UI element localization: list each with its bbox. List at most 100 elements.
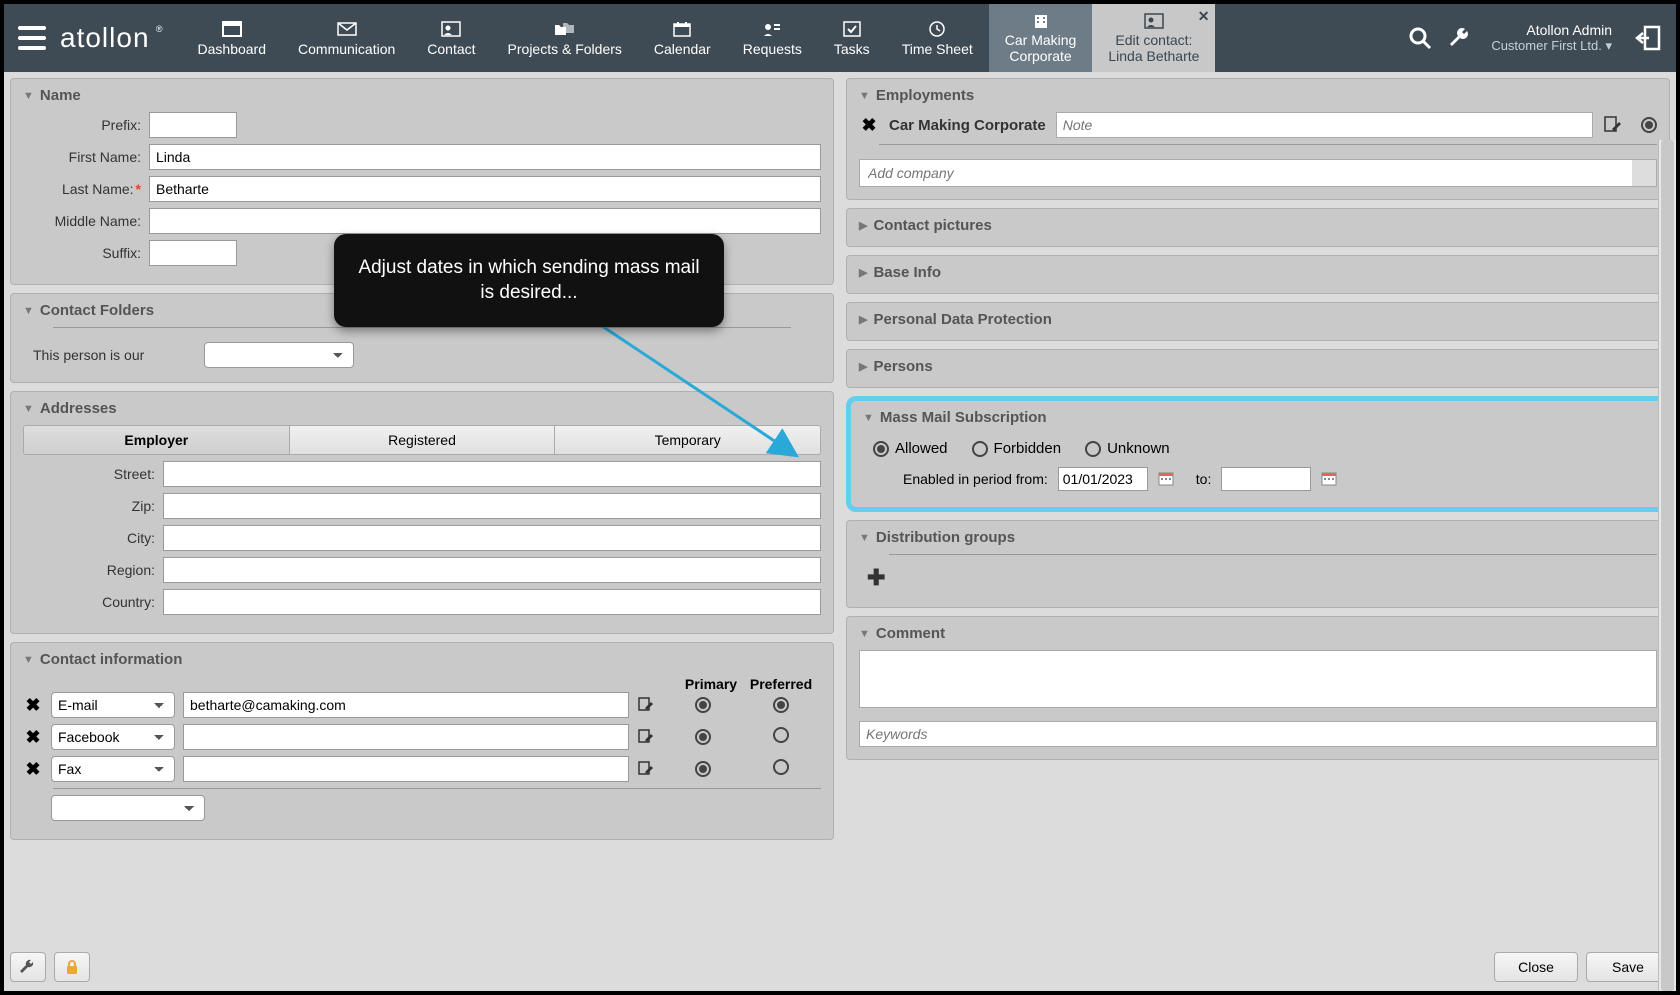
label-city: City: [23, 530, 163, 546]
delete-employment-icon[interactable]: ✖ [859, 115, 879, 136]
panel-title: Base Info [873, 264, 941, 281]
brand-logo[interactable]: atollon® [60, 22, 164, 55]
nav-label: Projects & Folders [508, 41, 622, 57]
input-country[interactable] [163, 589, 821, 615]
edit-row-icon[interactable] [637, 728, 665, 746]
panel-header-mass-mail[interactable]: ▼Mass Mail Subscription [863, 409, 1653, 426]
collapse-icon: ▼ [23, 403, 34, 415]
nav-dashboard[interactable]: Dashboard [182, 4, 283, 72]
settings-wrench-icon[interactable] [1445, 23, 1475, 53]
panel-contact-pictures: ▶Contact pictures [846, 208, 1670, 247]
add-distribution-group-button[interactable]: ✚ [859, 561, 1657, 595]
nav-projects[interactable]: Projects & Folders [492, 4, 638, 72]
input-first-name[interactable] [149, 144, 821, 170]
input-city[interactable] [163, 525, 821, 551]
input-zip[interactable] [163, 493, 821, 519]
select-contact-type[interactable]: Facebook [51, 724, 175, 750]
panel-header-base-info[interactable]: ▶Base Info [859, 264, 1657, 281]
footer-bar: Close Save [10, 949, 1670, 985]
input-street[interactable] [163, 461, 821, 487]
radio-allowed[interactable]: Allowed [873, 440, 948, 457]
logout-icon[interactable] [1628, 18, 1668, 58]
panel-header-employments[interactable]: ▼ Employments [859, 87, 1657, 104]
delete-row-icon[interactable]: ✖ [23, 727, 43, 748]
nav-tasks[interactable]: Tasks [818, 4, 886, 72]
input-add-company[interactable] [859, 159, 1657, 187]
nav-requests[interactable]: Requests [727, 4, 818, 72]
panel-title: Name [40, 87, 81, 104]
collapse-icon: ▼ [859, 90, 870, 102]
calendar-picker-icon[interactable] [1158, 470, 1176, 488]
lock-button[interactable] [54, 952, 90, 982]
input-prefix[interactable] [149, 112, 237, 138]
panel-header-addresses[interactable]: ▼Addresses [23, 400, 821, 417]
tasks-icon [841, 20, 863, 38]
edit-row-icon[interactable] [637, 760, 665, 778]
input-keywords[interactable] [859, 721, 1657, 747]
radio-forbidden[interactable]: Forbidden [972, 440, 1062, 457]
contact-row: ✖ Facebook [23, 724, 821, 750]
edit-employment-icon[interactable] [1603, 115, 1631, 135]
input-date-from[interactable] [1058, 467, 1148, 491]
panel-title: Contact Folders [40, 302, 154, 319]
close-button[interactable]: Close [1494, 952, 1578, 982]
nav-timesheet[interactable]: Time Sheet [886, 4, 989, 72]
panel-distribution-groups: ▼Distribution groups ✚ [846, 520, 1670, 608]
radio-preferred[interactable] [773, 727, 789, 743]
nav-label: Calendar [654, 41, 711, 57]
input-middle-name[interactable] [149, 208, 821, 234]
radio-primary[interactable] [695, 729, 711, 745]
select-person-type[interactable] [204, 342, 354, 368]
select-add-contact-type[interactable] [51, 795, 205, 821]
nav-calendar[interactable]: Calendar [638, 4, 727, 72]
contact-card-icon [440, 20, 462, 38]
tab-registered[interactable]: Registered [290, 426, 556, 454]
nav-contact[interactable]: Contact [411, 4, 491, 72]
tab-temporary[interactable]: Temporary [555, 426, 820, 454]
select-contact-type[interactable]: E-mail [51, 692, 175, 718]
input-contact-value[interactable] [183, 756, 629, 782]
folders-icon [554, 20, 576, 38]
input-last-name[interactable] [149, 176, 821, 202]
contact-row: ✖ E-mail [23, 692, 821, 718]
panel-header-distribution[interactable]: ▼Distribution groups [859, 529, 1657, 546]
delete-row-icon[interactable]: ✖ [23, 759, 43, 780]
input-employment-note[interactable] [1056, 112, 1593, 138]
delete-row-icon[interactable]: ✖ [23, 695, 43, 716]
radio-unknown[interactable]: Unknown [1085, 440, 1170, 457]
label-this-person: This person is our [33, 347, 144, 363]
radio-preferred[interactable] [773, 697, 789, 713]
radio-primary[interactable] [695, 697, 711, 713]
menu-hamburger[interactable] [12, 18, 52, 58]
tab-car-making[interactable]: Car MakingCorporate [989, 4, 1093, 72]
panel-title: Employments [876, 87, 974, 104]
edit-row-icon[interactable] [637, 696, 665, 714]
input-suffix[interactable] [149, 240, 237, 266]
panel-header-pdp[interactable]: ▶Personal Data Protection [859, 311, 1657, 328]
textarea-comment[interactable] [859, 650, 1657, 708]
panel-pdp: ▶Personal Data Protection [846, 302, 1670, 341]
select-contact-type[interactable]: Fax [51, 756, 175, 782]
search-icon[interactable] [1405, 23, 1435, 53]
tab-employer[interactable]: Employer [24, 426, 290, 454]
radio-preferred[interactable] [773, 759, 789, 775]
panel-header-contact-info[interactable]: ▼Contact information [23, 651, 821, 668]
panel-header-persons[interactable]: ▶Persons [859, 358, 1657, 375]
panel-header-pictures[interactable]: ▶Contact pictures [859, 217, 1657, 234]
panel-header-comment[interactable]: ▼Comment [859, 625, 1657, 642]
input-date-to[interactable] [1221, 467, 1311, 491]
user-menu[interactable]: Atollon Admin Customer First Ltd. ▾ [1485, 23, 1618, 53]
input-contact-value[interactable] [183, 724, 629, 750]
tools-button[interactable] [10, 952, 46, 982]
radio-employment-primary[interactable] [1641, 117, 1657, 133]
tab-edit-contact[interactable]: ✕ Edit contact:Linda Betharte [1092, 4, 1215, 72]
scrollbar[interactable] [1658, 140, 1676, 991]
panel-header-name[interactable]: ▼Name [23, 87, 821, 104]
close-tab-icon[interactable]: ✕ [1198, 8, 1210, 25]
input-region[interactable] [163, 557, 821, 583]
calendar-picker-icon[interactable] [1321, 470, 1339, 488]
radio-primary[interactable] [695, 761, 711, 777]
radio-label: Forbidden [994, 440, 1062, 457]
nav-communication[interactable]: Communication [282, 4, 411, 72]
input-contact-value[interactable] [183, 692, 629, 718]
